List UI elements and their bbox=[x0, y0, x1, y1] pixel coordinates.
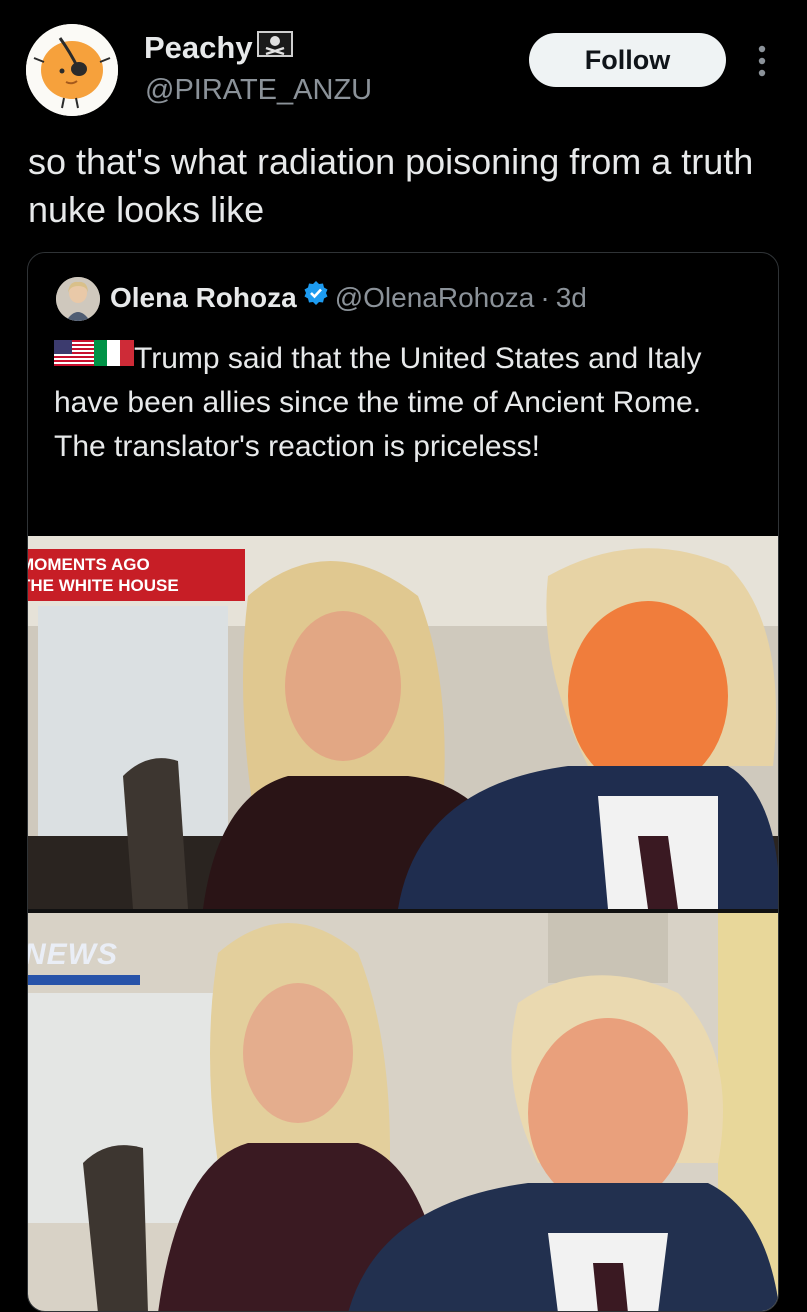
italy-flag-icon bbox=[94, 335, 134, 379]
us-flag-icon bbox=[54, 335, 94, 379]
peach-pirate-avatar-icon bbox=[26, 24, 118, 116]
quote-header: Olena Rohoza @OlenaRohoza · 3d bbox=[110, 280, 587, 316]
author-avatar[interactable] bbox=[26, 24, 118, 116]
quote-avatar-image bbox=[56, 277, 100, 321]
quote-author-handle[interactable]: @OlenaRohoza bbox=[335, 282, 535, 313]
quote-meta-separator: · bbox=[540, 282, 550, 313]
follow-button[interactable]: Follow bbox=[529, 33, 726, 87]
news-chyron: MOMENTS AGO THE WHITE HOUSE bbox=[28, 549, 245, 601]
quote-author-avatar[interactable] bbox=[56, 277, 100, 321]
verified-badge-icon bbox=[303, 279, 329, 315]
author-name[interactable]: Peachy bbox=[144, 30, 293, 66]
quoted-post[interactable]: Olena Rohoza @OlenaRohoza · 3d Trump said t… bbox=[27, 252, 779, 1312]
media-frame-top: MOMENTS AGO THE WHITE HOUSE bbox=[28, 536, 778, 909]
chyron-line2: THE WHITE HOUSE bbox=[28, 576, 179, 595]
quote-media[interactable]: MOMENTS AGO THE WHITE HOUSE NEWS bbox=[28, 536, 778, 1311]
author-handle[interactable]: @PIRATE_ANZU bbox=[145, 74, 372, 107]
more-vertical-icon[interactable] bbox=[752, 44, 772, 78]
quote-text-body: Trump said that the United States and It… bbox=[54, 342, 702, 463]
author-name-text: Peachy bbox=[144, 30, 253, 65]
media-frame-bottom: NEWS bbox=[28, 913, 778, 1311]
chyron-line1: MOMENTS AGO bbox=[28, 555, 150, 574]
quote-text: Trump said that the United States and It… bbox=[54, 337, 754, 469]
pirate-flag-icon bbox=[256, 29, 293, 65]
post-text: so that's what radiation poisoning from … bbox=[28, 141, 754, 230]
news-logo-text: NEWS bbox=[28, 938, 118, 971]
news-logo-bar bbox=[28, 975, 140, 985]
post-header: Peachy @PIRATE_ANZU Follow bbox=[0, 0, 807, 130]
quote-timestamp[interactable]: 3d bbox=[556, 282, 587, 313]
news-logo: NEWS bbox=[28, 935, 144, 987]
quote-author-name[interactable]: Olena Rohoza bbox=[110, 282, 297, 313]
